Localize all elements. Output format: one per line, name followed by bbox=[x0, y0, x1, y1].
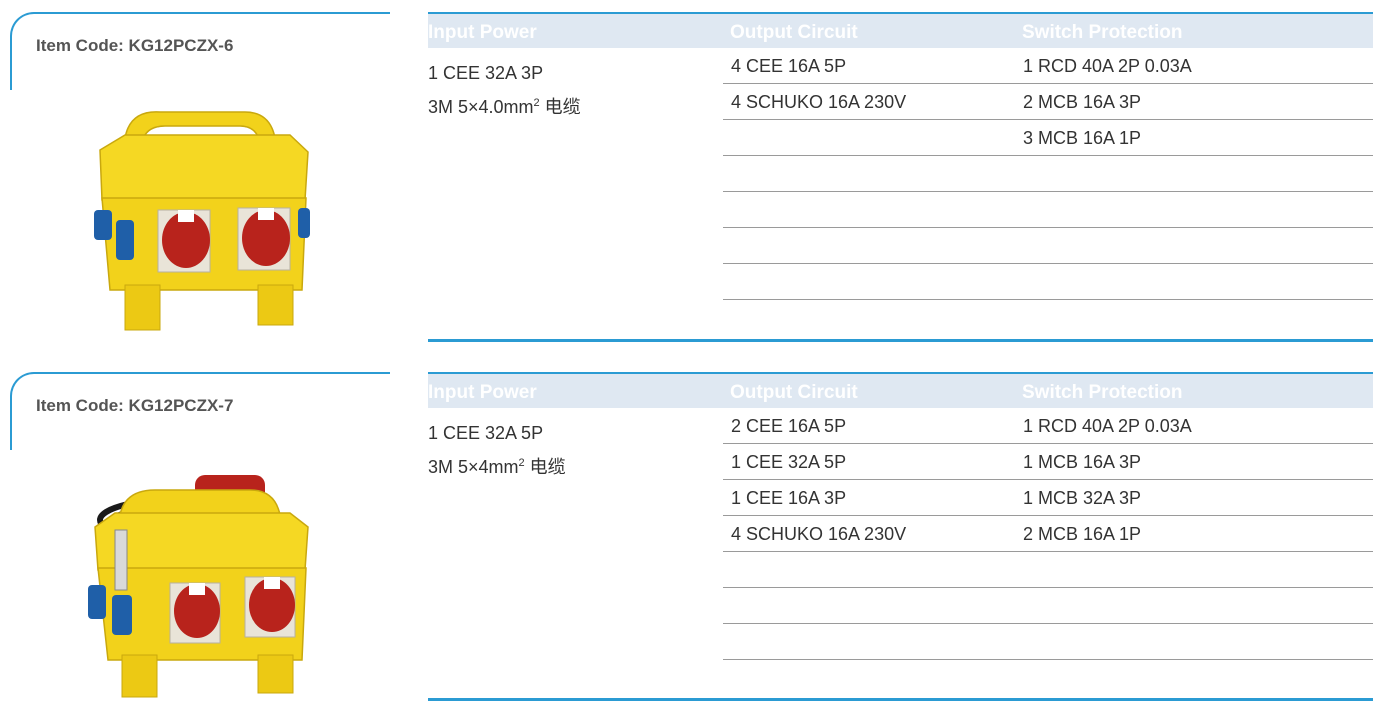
item-code-tab: Item Code: KG12PCZX-7 bbox=[10, 372, 390, 450]
table-row bbox=[723, 552, 1373, 588]
cable-spec: 3M 5×4.0mm bbox=[428, 97, 534, 117]
item-code-tab: Item Code: KG12PCZX-6 bbox=[10, 12, 390, 90]
table-row bbox=[723, 624, 1373, 660]
switch-protection-cell: 2 MCB 16A 3P bbox=[1023, 92, 1142, 112]
table-row: 1 CEE 16A 3P 1 MCB 32A 3P bbox=[723, 480, 1373, 516]
input-power-cell: 1 CEE 32A 3P 3M 5×4.0mm2 电缆 bbox=[428, 58, 581, 122]
header-input-power: Input Power bbox=[428, 22, 537, 43]
output-circuit-cell: 4 SCHUKO 16A 230V bbox=[731, 92, 907, 112]
spec-rows: 4 CEE 16A 5P 1 RCD 40A 2P 0.03A 4 SCHUKO … bbox=[723, 48, 1373, 300]
table-row bbox=[723, 192, 1373, 228]
header-output-circuit: Output Circuit bbox=[730, 22, 858, 43]
table-row: 1 CEE 32A 5P 1 MCB 16A 3P bbox=[723, 444, 1373, 480]
table-row bbox=[723, 588, 1373, 624]
cable-unit: 电缆 bbox=[539, 97, 581, 117]
spec-table-header: Input Power Output Circuit Switch Protec… bbox=[428, 372, 1373, 408]
product-section-kg12pczx-7: Item Code: KG12PCZX-7 Input Power Output… bbox=[0, 360, 1382, 716]
switch-protection-cell: 1 MCB 32A 3P bbox=[1023, 488, 1142, 508]
section-bottom-line bbox=[428, 698, 1373, 701]
table-row: 4 SCHUKO 16A 230V 2 MCB 16A 3P bbox=[723, 84, 1373, 120]
table-row bbox=[723, 228, 1373, 264]
header-output-circuit: Output Circuit bbox=[730, 382, 858, 403]
tab-top-line bbox=[34, 372, 390, 374]
cable-unit: 电缆 bbox=[524, 457, 566, 477]
spec-table: Input Power Output Circuit Switch Protec… bbox=[428, 372, 1373, 660]
cable-spec: 3M 5×4mm bbox=[428, 457, 519, 477]
spec-rows: 2 CEE 16A 5P 1 RCD 40A 2P 0.03A 1 CEE 32A… bbox=[723, 408, 1373, 660]
spec-table: Input Power Output Circuit Switch Protec… bbox=[428, 12, 1373, 300]
tab-side-line bbox=[10, 396, 12, 450]
switch-protection-cell: 1 MCB 16A 3P bbox=[1023, 452, 1142, 472]
input-power-cell: 1 CEE 32A 5P 3M 5×4mm2 电缆 bbox=[428, 418, 566, 482]
switch-protection-cell: 1 RCD 40A 2P 0.03A bbox=[1023, 416, 1192, 436]
input-cable-line: 3M 5×4mm2 电缆 bbox=[428, 448, 566, 482]
table-row: 4 SCHUKO 16A 230V 2 MCB 16A 1P bbox=[723, 516, 1373, 552]
item-code-label: Item Code: KG12PCZX-6 bbox=[36, 36, 234, 55]
distribution-box-image bbox=[88, 475, 309, 698]
product-section-kg12pczx-6: Item Code: KG12PCZX-6 Input Power Output… bbox=[0, 0, 1382, 356]
input-power-line: 1 CEE 32A 3P bbox=[428, 63, 544, 83]
table-row: 3 MCB 16A 1P bbox=[723, 120, 1373, 156]
header-switch-protection: Switch Protection bbox=[1022, 22, 1183, 43]
header-input-power: Input Power bbox=[428, 382, 537, 403]
input-power-line: 1 CEE 32A 5P bbox=[428, 423, 544, 443]
tab-top-line bbox=[34, 12, 390, 14]
output-circuit-cell: 1 CEE 16A 3P bbox=[731, 488, 847, 508]
section-bottom-line bbox=[428, 339, 1373, 342]
spec-table-header: Input Power Output Circuit Switch Protec… bbox=[428, 12, 1373, 48]
switch-protection-cell: 3 MCB 16A 1P bbox=[1023, 128, 1142, 148]
output-circuit-cell: 4 CEE 16A 5P bbox=[731, 56, 847, 76]
distribution-box-image bbox=[94, 111, 310, 331]
output-circuit-cell: 4 SCHUKO 16A 230V bbox=[731, 524, 907, 544]
input-cable-line: 3M 5×4.0mm2 电缆 bbox=[428, 88, 581, 122]
tab-curve bbox=[10, 372, 36, 398]
header-switch-protection: Switch Protection bbox=[1022, 382, 1183, 403]
table-row: 2 CEE 16A 5P 1 RCD 40A 2P 0.03A bbox=[723, 408, 1373, 444]
output-circuit-cell: 2 CEE 16A 5P bbox=[731, 416, 847, 436]
output-circuit-cell: 1 CEE 32A 5P bbox=[731, 452, 847, 472]
table-row bbox=[723, 264, 1373, 300]
switch-protection-cell: 1 RCD 40A 2P 0.03A bbox=[1023, 56, 1192, 76]
item-code-label: Item Code: KG12PCZX-7 bbox=[36, 396, 234, 415]
table-row: 4 CEE 16A 5P 1 RCD 40A 2P 0.03A bbox=[723, 48, 1373, 84]
tab-curve bbox=[10, 12, 36, 38]
switch-protection-cell: 2 MCB 16A 1P bbox=[1023, 524, 1142, 544]
table-row bbox=[723, 156, 1373, 192]
tab-side-line bbox=[10, 36, 12, 90]
